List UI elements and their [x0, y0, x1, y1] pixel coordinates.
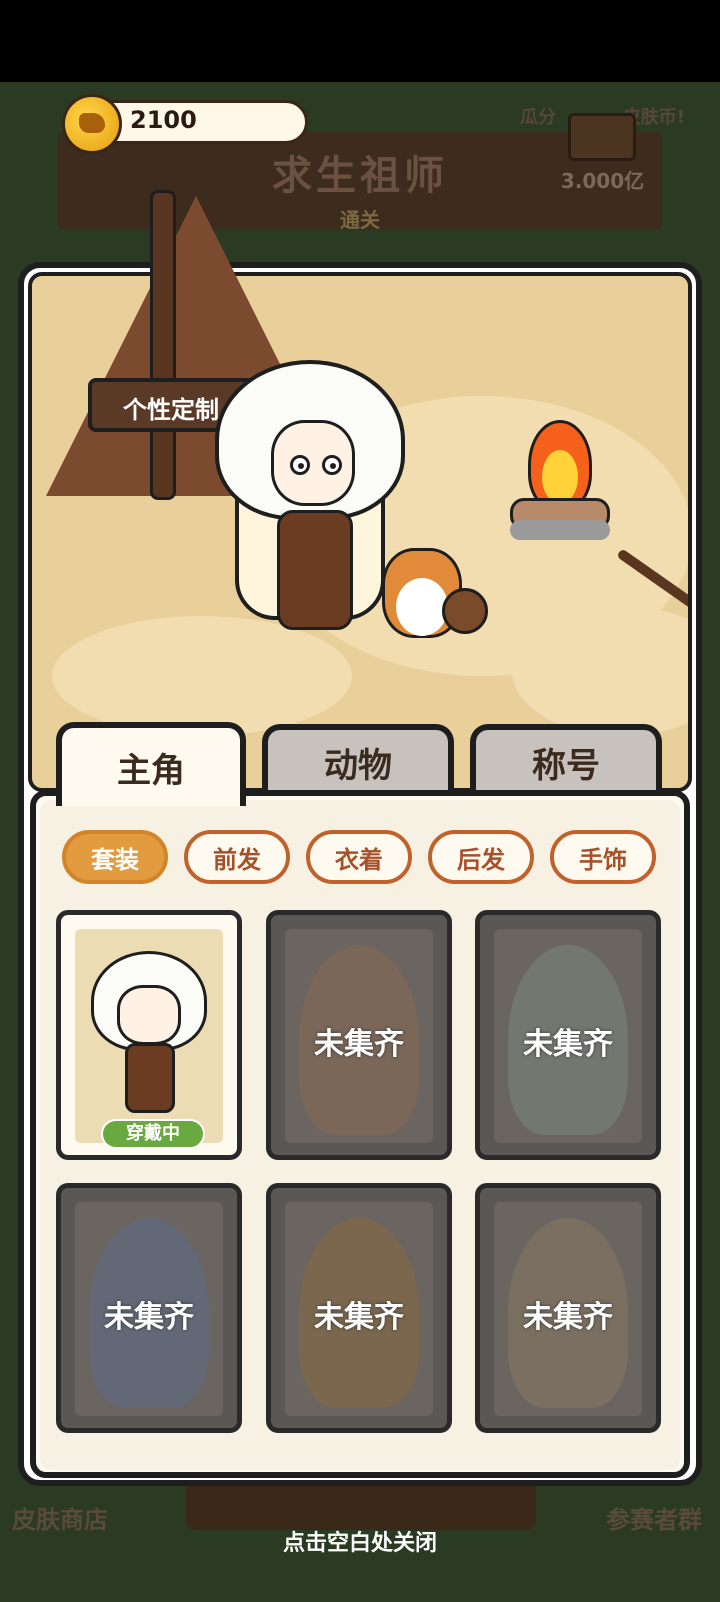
coin-icon — [62, 94, 122, 154]
category-back-hair[interactable]: 后发 — [428, 830, 534, 884]
not-collected-label: 未集齐 — [314, 1027, 404, 1062]
category-accessory[interactable]: 手饰 — [550, 830, 656, 884]
fox-pet — [382, 528, 492, 640]
tab-title[interactable]: 称号 — [470, 724, 662, 794]
reward-amount: 3.000亿 — [560, 169, 645, 193]
eye — [322, 455, 342, 475]
hero-outfit — [277, 510, 353, 630]
fox-belly — [396, 578, 448, 636]
outfit-card-locked[interactable]: 未集齐 — [266, 1183, 452, 1433]
close-hint[interactable]: 点击空白处关闭 — [0, 1525, 720, 1557]
treasure-chest-icon — [568, 113, 636, 161]
category-clothes[interactable]: 衣着 — [306, 830, 412, 884]
outfit-card-locked[interactable]: 未集齐 — [266, 910, 452, 1160]
campfire — [510, 410, 610, 540]
fox-tail — [442, 588, 488, 634]
hero-face — [271, 420, 355, 506]
not-collected-label: 未集齐 — [523, 1300, 613, 1335]
reward-banner: 瓜分 皮肤币! 3.000亿 — [520, 103, 685, 193]
reward-left-label: 瓜分 — [520, 107, 556, 128]
outfit-card-locked[interactable]: 未集齐 — [475, 1183, 661, 1433]
flame-core — [542, 450, 578, 504]
outfit-card-owned[interactable]: 穿戴中 — [56, 910, 242, 1160]
category-suit[interactable]: 套装 — [62, 830, 168, 884]
outfit-card-locked[interactable]: 未集齐 — [475, 910, 661, 1160]
not-collected-label: 未集齐 — [314, 1300, 404, 1335]
eye — [290, 455, 310, 475]
tab-hero[interactable]: 主角 — [56, 722, 246, 806]
tab-animal[interactable]: 动物 — [262, 724, 454, 794]
coin-value: 2100 — [130, 106, 197, 134]
category-front-hair[interactable]: 前发 — [184, 830, 290, 884]
not-collected-label: 未集齐 — [523, 1027, 613, 1062]
stones — [510, 520, 610, 540]
outfit-body — [125, 1043, 175, 1113]
hut-ridge — [150, 190, 176, 500]
not-collected-label: 未集齐 — [104, 1300, 194, 1335]
wearing-badge: 穿戴中 — [101, 1119, 205, 1149]
outfit-face — [117, 985, 181, 1045]
outfit-card-locked[interactable]: 未集齐 — [56, 1183, 242, 1433]
status-bar — [0, 0, 720, 82]
